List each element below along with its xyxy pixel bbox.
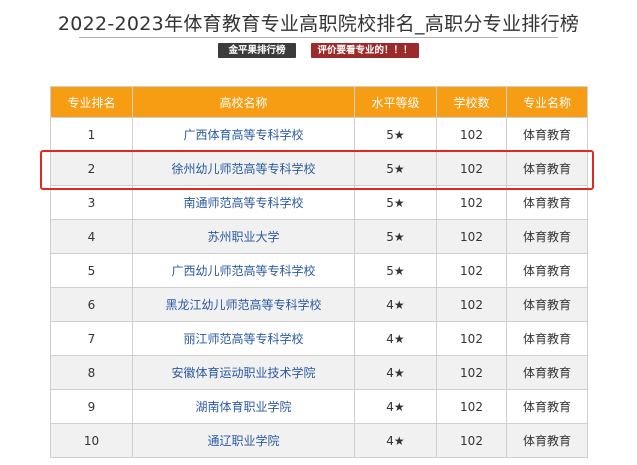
count-cell: 102 <box>436 253 507 288</box>
rank-cell: 3 <box>50 185 133 220</box>
major-cell: 体育教育 <box>506 151 588 186</box>
major-cell: 体育教育 <box>506 389 588 424</box>
title-divider <box>79 37 558 38</box>
level-cell: 5★ <box>354 253 437 288</box>
level-cell: 5★ <box>354 151 437 186</box>
school-link[interactable]: 苏州职业大学 <box>132 219 355 254</box>
col-header-level: 水平等级 <box>354 86 437 118</box>
school-link[interactable]: 通辽职业学院 <box>132 423 355 458</box>
level-cell: 4★ <box>354 355 437 390</box>
rank-cell: 8 <box>50 355 133 390</box>
school-link[interactable]: 徐州幼儿师范高等专科学校 <box>132 151 355 186</box>
col-header-count: 学校数 <box>436 86 507 118</box>
count-cell: 102 <box>436 185 507 220</box>
table-row: 4 苏州职业大学 5★ 102 体育教育 <box>50 219 588 254</box>
table-row: 10 通辽职业学院 4★ 102 体育教育 <box>50 423 588 458</box>
table-row: 7 丽江师范高等专科学校 4★ 102 体育教育 <box>50 321 588 356</box>
table-row: 3 南通师范高等专科学校 5★ 102 体育教育 <box>50 185 588 220</box>
col-header-rank: 专业排名 <box>50 86 133 118</box>
major-cell: 体育教育 <box>506 253 588 288</box>
rank-cell: 4 <box>50 219 133 254</box>
count-cell: 102 <box>436 151 507 186</box>
major-cell: 体育教育 <box>506 219 588 254</box>
school-link[interactable]: 黑龙江幼儿师范高等专科学校 <box>132 287 355 322</box>
table-row: 1 广西体育高等专科学校 5★ 102 体育教育 <box>50 117 588 152</box>
col-header-major: 专业名称 <box>506 86 588 118</box>
major-cell: 体育教育 <box>506 355 588 390</box>
rank-cell: 5 <box>50 253 133 288</box>
school-link[interactable]: 安徽体育运动职业技术学院 <box>132 355 355 390</box>
rank-cell: 7 <box>50 321 133 356</box>
school-link[interactable]: 湖南体育职业学院 <box>132 389 355 424</box>
rank-cell: 10 <box>50 423 133 458</box>
ranking-table: 专业排名 高校名称 水平等级 学校数 专业名称 1 广西体育高等专科学校 5★ … <box>50 86 588 458</box>
table-row: 5 广西幼儿师范高等专科学校 5★ 102 体育教育 <box>50 253 588 288</box>
level-cell: 5★ <box>354 219 437 254</box>
col-header-school: 高校名称 <box>132 86 355 118</box>
level-cell: 4★ <box>354 287 437 322</box>
count-cell: 102 <box>436 389 507 424</box>
school-link[interactable]: 丽江师范高等专科学校 <box>132 321 355 356</box>
table-row: 9 湖南体育职业学院 4★ 102 体育教育 <box>50 389 588 424</box>
major-cell: 体育教育 <box>506 185 588 220</box>
school-link[interactable]: 广西幼儿师范高等专科学校 <box>132 253 355 288</box>
count-cell: 102 <box>436 117 507 152</box>
table-row: 2 徐州幼儿师范高等专科学校 5★ 102 体育教育 <box>50 151 588 186</box>
level-cell: 4★ <box>354 321 437 356</box>
major-cell: 体育教育 <box>506 117 588 152</box>
rank-cell: 1 <box>50 117 133 152</box>
rank-cell: 9 <box>50 389 133 424</box>
major-cell: 体育教育 <box>506 287 588 322</box>
table-row: 8 安徽体育运动职业技术学院 4★ 102 体育教育 <box>50 355 588 390</box>
school-link[interactable]: 南通师范高等专科学校 <box>132 185 355 220</box>
rank-cell: 6 <box>50 287 133 322</box>
count-cell: 102 <box>436 423 507 458</box>
rank-cell: 2 <box>50 151 133 186</box>
table-row: 6 黑龙江幼儿师范高等专科学校 4★ 102 体育教育 <box>50 287 588 322</box>
school-link[interactable]: 广西体育高等专科学校 <box>132 117 355 152</box>
evaluation-note-badge: 评价要看专业的！！！ <box>311 43 419 58</box>
count-cell: 102 <box>436 219 507 254</box>
major-cell: 体育教育 <box>506 423 588 458</box>
level-cell: 4★ <box>354 389 437 424</box>
major-cell: 体育教育 <box>506 321 588 356</box>
level-cell: 4★ <box>354 423 437 458</box>
level-cell: 5★ <box>354 185 437 220</box>
ranking-source-badge: 金平果排行榜 <box>218 43 296 58</box>
count-cell: 102 <box>436 287 507 322</box>
count-cell: 102 <box>436 321 507 356</box>
level-cell: 5★ <box>354 117 437 152</box>
table-header-row: 专业排名 高校名称 水平等级 学校数 专业名称 <box>50 86 588 118</box>
page-title: 2022-2023年体育教育专业高职院校排名_高职分专业排行榜 <box>57 13 580 35</box>
count-cell: 102 <box>436 355 507 390</box>
